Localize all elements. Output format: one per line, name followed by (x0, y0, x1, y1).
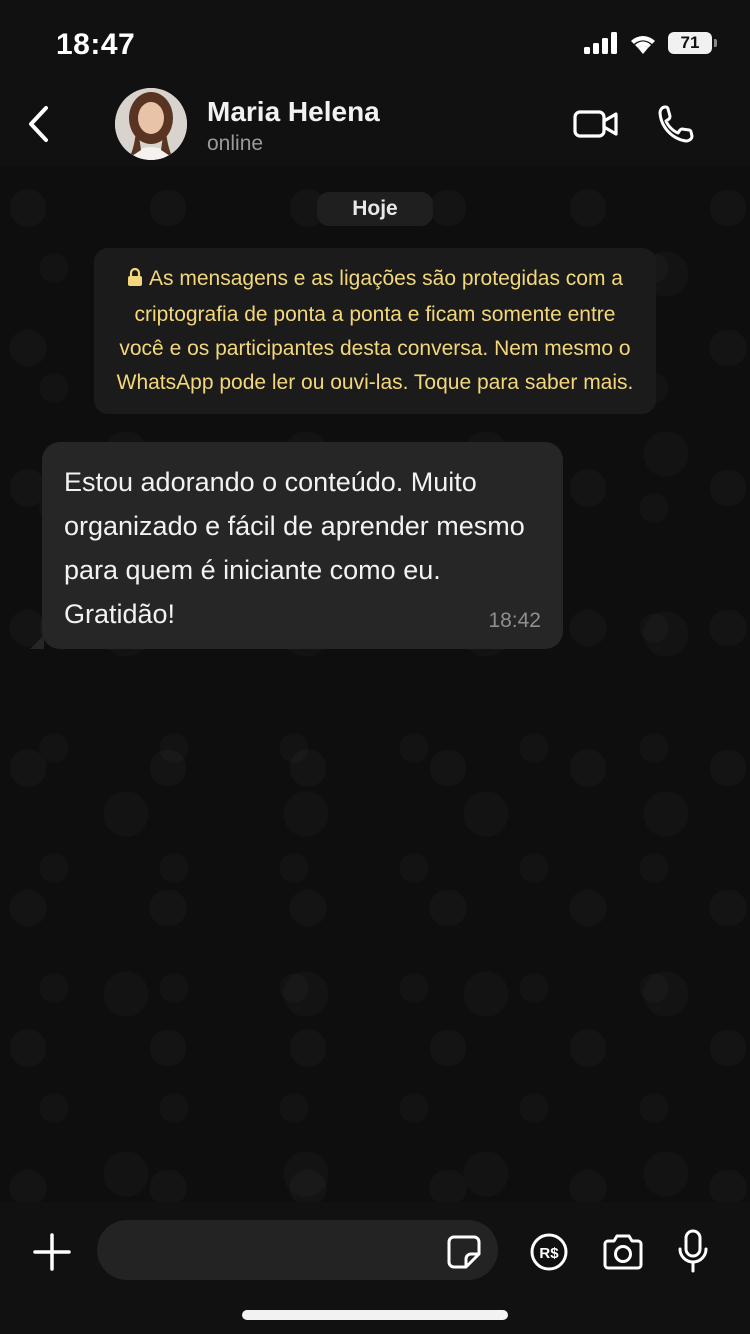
contact-name[interactable]: Maria Helena (207, 96, 380, 128)
microphone-icon (676, 1228, 710, 1274)
plus-icon (32, 1232, 72, 1272)
payment-icon: R$ (529, 1232, 569, 1272)
status-icons: 71 (584, 32, 717, 54)
lock-icon (127, 264, 143, 298)
camera-button[interactable] (601, 1232, 645, 1272)
chat-area[interactable]: Hoje As mensagens e as ligações são prot… (0, 166, 750, 1202)
message-timestamp: 18:42 (488, 609, 541, 632)
contact-status: online (207, 132, 264, 155)
signal-icon (584, 32, 618, 54)
home-indicator (242, 1310, 508, 1320)
status-bar: 18:47 71 (0, 0, 750, 88)
attach-button[interactable] (32, 1232, 72, 1272)
input-bar: R$ (0, 1202, 750, 1334)
wifi-icon (628, 32, 658, 54)
back-button[interactable] (18, 100, 58, 148)
phone-icon (656, 102, 696, 146)
encryption-notice[interactable]: As mensagens e as ligações são protegida… (94, 248, 656, 414)
avatar[interactable] (115, 88, 187, 160)
microphone-button[interactable] (676, 1228, 710, 1274)
date-separator: Hoje (317, 192, 433, 226)
message-input[interactable] (97, 1220, 498, 1280)
status-time: 18:47 (56, 28, 136, 61)
sticker-button[interactable] (446, 1234, 482, 1270)
bubble-tail (30, 635, 44, 649)
back-arrow-icon (26, 105, 50, 143)
video-call-icon (572, 104, 620, 144)
svg-text:R$: R$ (539, 1245, 559, 1262)
payment-button[interactable]: R$ (529, 1232, 569, 1272)
sticker-icon (446, 1234, 482, 1270)
message-text: Estou adorando o conteúdo. Muito organiz… (64, 467, 525, 629)
incoming-message[interactable]: Estou adorando o conteúdo. Muito organiz… (30, 442, 563, 649)
video-call-button[interactable] (572, 104, 620, 144)
voice-call-button[interactable] (656, 102, 696, 146)
encryption-notice-text: As mensagens e as ligações são protegida… (116, 267, 634, 394)
camera-icon (601, 1232, 645, 1272)
battery-indicator: 71 (668, 32, 717, 54)
chat-header: Maria Helena online (0, 88, 750, 166)
